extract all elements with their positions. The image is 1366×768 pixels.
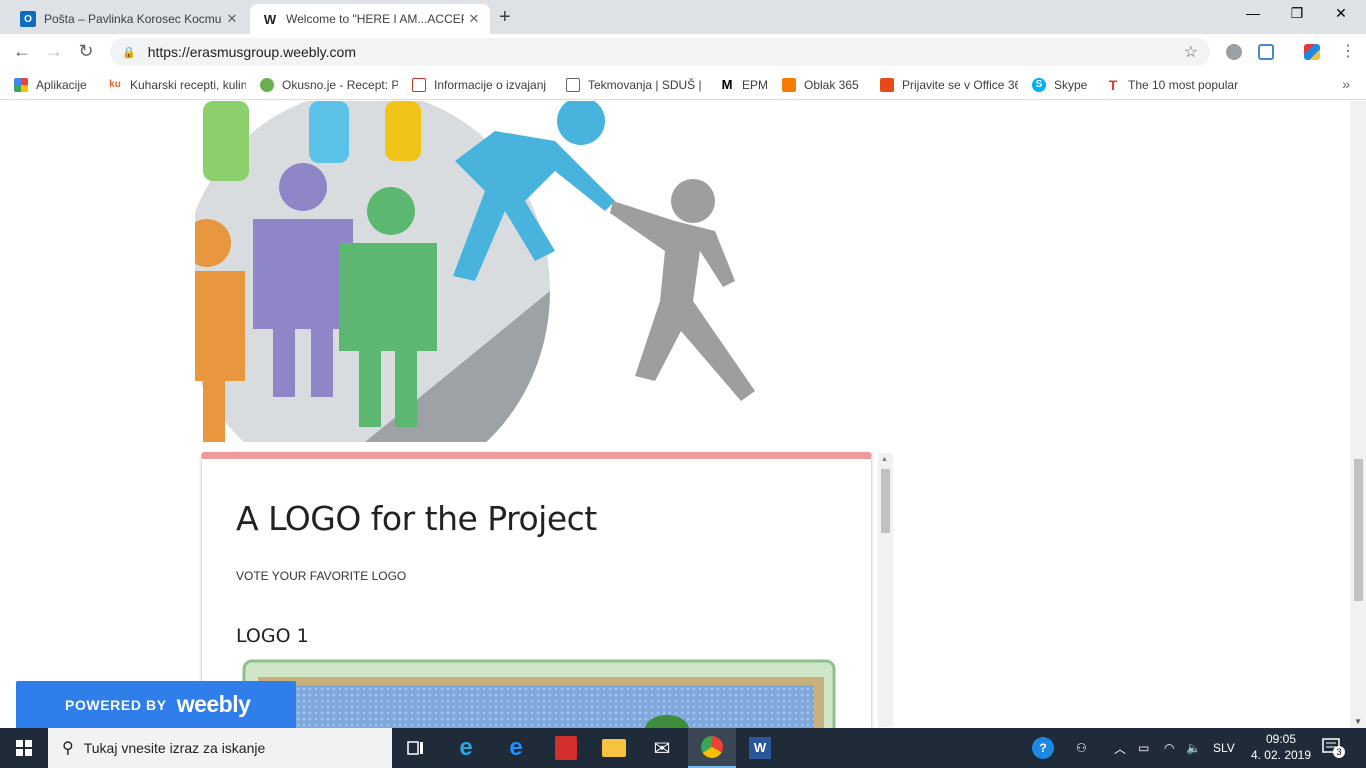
bookmark-label: Tekmovanja | SDUŠ | (588, 77, 702, 92)
extension-chart-icon[interactable] (1304, 44, 1320, 60)
edge-icon[interactable]: e (492, 728, 540, 768)
reload-icon[interactable]: ↻ (74, 41, 98, 62)
clock-date: 4. 02. 2019 (1250, 748, 1312, 762)
bookmark-star-icon[interactable]: ☆ (1184, 42, 1198, 62)
outlook-icon: O (20, 11, 36, 27)
bookmark-label: The 10 most popular (1128, 77, 1239, 92)
clock[interactable]: 09:05 4. 02. 2019 (1246, 731, 1316, 763)
bookmark-oblak[interactable]: Oblak 365 (782, 77, 866, 92)
help-icon[interactable]: ? (1032, 728, 1054, 768)
extension-icon[interactable] (1258, 44, 1274, 60)
logo-heading: LOGO 1 (236, 625, 309, 647)
minimize-button[interactable]: — (1230, 5, 1276, 21)
language-indicator[interactable]: SLV (1213, 728, 1235, 768)
windows-taskbar: ⚲ Tukaj vnesite izraz za iskanje e e ✉ W… (0, 728, 1366, 768)
start-button[interactable] (0, 728, 48, 768)
address-url: https://erasmusgroup.weebly.com (147, 44, 356, 60)
office-icon (880, 77, 894, 92)
address-bar[interactable]: 🔒 https://erasmusgroup.weebly.com ☆ (110, 38, 1210, 66)
internet-explorer-icon[interactable]: e (442, 728, 490, 768)
embed-scroll-thumb[interactable] (881, 469, 890, 533)
epm-icon: M (721, 77, 733, 92)
oblak-icon (782, 77, 796, 92)
menu-dots-icon[interactable]: ⋮ (1336, 41, 1360, 61)
tab-strip: O Pošta – Pavlinka Korosec Kocmur ✕ W We… (0, 0, 1366, 34)
scroll-up-arrow-icon[interactable]: ▲ (881, 456, 888, 463)
people-icon[interactable]: ⚇ (1076, 728, 1087, 768)
powered-by-label: POWERED BY (65, 696, 167, 713)
bookmarks-overflow-button[interactable]: » (1342, 76, 1350, 92)
bookmark-tekmovanja[interactable]: Tekmovanja | SDUŠ | (566, 77, 706, 92)
tab-title: Pošta – Pavlinka Korosec Kocmur (44, 12, 222, 26)
bookmark-label: Oblak 365 (804, 77, 859, 92)
skype-icon: S (1032, 77, 1046, 92)
bookmark-label: EPM (742, 77, 768, 92)
page-scrollbar[interactable]: ▼ (1350, 101, 1366, 728)
browser-toolbar: ← → ↻ 🔒 https://erasmusgroup.weebly.com … (0, 34, 1366, 70)
embed-scrollbar[interactable]: ▲ (878, 453, 893, 727)
close-window-button[interactable]: ✕ (1318, 5, 1364, 22)
t-icon: T (1108, 77, 1118, 92)
page-scroll-thumb[interactable] (1354, 459, 1363, 601)
file-explorer-icon[interactable] (590, 728, 638, 768)
new-tab-button[interactable]: + (499, 6, 511, 29)
kul-icon: ku (109, 79, 121, 90)
logo-1-image[interactable] (242, 657, 837, 728)
wifi-icon[interactable]: ◠ (1164, 728, 1174, 768)
action-center-icon[interactable]: 3 (1322, 738, 1345, 758)
chrome-icon[interactable] (688, 728, 736, 768)
card-title: A LOGO for the Project (236, 499, 597, 538)
bookmark-label: Skype (1054, 77, 1088, 92)
bookmark-label: Aplikacije (36, 77, 87, 92)
logo-vote-card: A LOGO for the Project VOTE YOUR FAVORIT… (201, 452, 872, 728)
bookmark-informacije[interactable]: Informacije o izvajanj (412, 77, 552, 92)
search-placeholder: Tukaj vnesite izraz za iskanje (83, 740, 266, 756)
tab-weebly[interactable]: W Welcome to "HERE I AM...ACCEPT ME ✕ (250, 4, 490, 34)
search-icon: ⚲ (62, 740, 74, 757)
word-icon[interactable]: W (736, 728, 784, 768)
back-arrow-icon[interactable]: ← (10, 41, 34, 62)
tab-title: Welcome to "HERE I AM...ACCEPT ME (286, 12, 464, 26)
weebly-logo: weebly (176, 691, 251, 717)
bookmark-skype[interactable]: S Skype (1032, 77, 1092, 92)
close-tab-icon[interactable]: ✕ (464, 11, 484, 27)
powered-by-weebly-badge[interactable]: POWERED BY weebly (16, 681, 296, 728)
battery-icon[interactable]: ▭ (1138, 728, 1149, 768)
bookmark-label: Okusno.je - Recept: P (282, 77, 398, 92)
bookmark-aplikacije[interactable]: Aplikacije (14, 77, 94, 92)
bookmark-office[interactable]: Prijavite se v Office 36 (880, 77, 1018, 92)
restore-button[interactable]: ❐ (1274, 5, 1320, 22)
clock-time: 09:05 (1265, 732, 1297, 746)
bookmark-epm[interactable]: M EPM (720, 78, 768, 92)
volume-icon[interactable]: 🔈 (1186, 728, 1201, 768)
tab-outlook[interactable]: O Pošta – Pavlinka Korosec Kocmur ✕ (8, 4, 248, 34)
forward-arrow-icon[interactable]: → (42, 41, 66, 62)
okusno-icon (260, 77, 274, 92)
bookmark-kuharski[interactable]: ku Kuharski recepti, kulin (108, 78, 246, 92)
notification-count: 3 (1333, 746, 1345, 758)
task-view-icon[interactable] (392, 728, 440, 768)
bookmarks-bar: Aplikacije ku Kuharski recepti, kulin Ok… (0, 70, 1366, 100)
taskbar-search[interactable]: ⚲ Tukaj vnesite izraz za iskanje (48, 728, 392, 768)
skype-extension-icon[interactable] (1226, 44, 1242, 60)
show-hidden-icons-icon[interactable]: ︿ (1114, 728, 1126, 768)
card-subtitle: VOTE YOUR FAVORITE LOGO (236, 569, 407, 583)
helping-hand-illustration (195, 101, 771, 442)
scroll-down-arrow-icon[interactable]: ▼ (1354, 717, 1362, 726)
bookmark-label: Kuharski recepti, kulin (130, 77, 246, 92)
close-tab-icon[interactable]: ✕ (222, 11, 242, 27)
bookmark-label: Prijavite se v Office 36 (902, 77, 1018, 92)
mail-icon[interactable]: ✉ (638, 728, 686, 768)
info-icon (412, 77, 426, 92)
bookmark-label: Informacije o izvajanj (434, 77, 547, 92)
page-icon (566, 77, 580, 92)
lock-icon: 🔒 (122, 46, 136, 59)
bookmark-okusno[interactable]: Okusno.je - Recept: P (260, 77, 398, 92)
apps-grid-icon (14, 77, 28, 92)
acrobat-icon[interactable] (542, 728, 590, 768)
web-page: A LOGO for the Project VOTE YOUR FAVORIT… (0, 101, 1350, 728)
bookmark-top10[interactable]: T The 10 most popular (1106, 78, 1242, 92)
windows-icon (16, 740, 32, 756)
weebly-icon: W (262, 11, 278, 27)
